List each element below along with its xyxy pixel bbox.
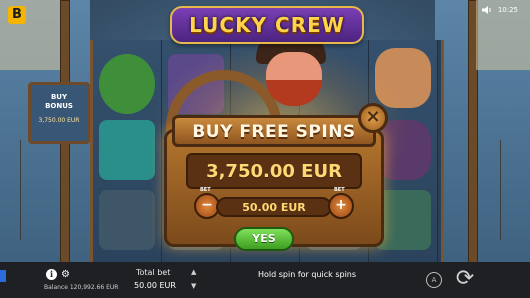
spin-button[interactable]: ⟳: [452, 266, 478, 292]
parrot-symbol: [99, 54, 155, 114]
rope: [500, 140, 501, 240]
dialog-title: BUY FREE SPINS: [192, 122, 356, 142]
minus-icon: −: [201, 197, 213, 213]
bet-value: 50.00 EUR: [242, 201, 306, 214]
rope: [20, 140, 21, 240]
buy-bonus-title: BUY BONUS: [31, 93, 87, 111]
yes-button[interactable]: YES: [234, 227, 294, 251]
bottom-control-bar: i ⚙ Balance 120,992.66 EUR Total bet 50.…: [0, 262, 530, 298]
cannon-symbol: [99, 190, 155, 250]
bet-selector: BET BET − 50.00 EUR +: [194, 187, 354, 219]
info-icon[interactable]: i: [46, 269, 57, 280]
dialog-banner: BUY FREE SPINS: [172, 115, 376, 147]
price-panel: 3,750.00 EUR: [186, 153, 362, 189]
bet-increase-button[interactable]: +: [328, 193, 354, 219]
buy-bonus-price: 3,750.00 EUR: [38, 117, 80, 124]
autoplay-button[interactable]: A: [426, 272, 442, 288]
bet-up-arrow-icon[interactable]: ▲: [191, 268, 196, 276]
clock: 10:25: [497, 6, 518, 14]
plus-icon: +: [335, 197, 347, 213]
buy-free-spins-dialog: BUY FREE SPINS × 3,750.00 EUR BET BET − …: [164, 103, 388, 253]
menu-tab[interactable]: [0, 270, 6, 282]
letter-j-symbol: [99, 120, 155, 180]
status-area: 10:25: [481, 6, 518, 14]
spin-hint: Hold spin for quick spins: [258, 270, 357, 279]
game-logo: LUCKY CREW: [170, 6, 364, 44]
speaker-icon[interactable]: [481, 6, 492, 14]
buy-bonus-line1: BUY: [50, 93, 68, 101]
game-scene: BUY BONUS 3,750.00 EUR B LUCKY CREW 10:2…: [0, 0, 530, 262]
close-icon: ×: [365, 106, 381, 127]
gear-icon[interactable]: ⚙: [60, 269, 71, 280]
total-bet-label: Total bet: [136, 268, 171, 277]
total-bet-value: 50.00 EUR: [134, 281, 176, 290]
game-logo-text: LUCKY CREW: [189, 13, 345, 37]
bet-down-arrow-icon[interactable]: ▼: [191, 282, 196, 290]
bet-value-display: 50.00 EUR: [216, 197, 332, 217]
brand-logo: B: [8, 6, 26, 24]
buy-bonus-line2: BONUS: [45, 102, 73, 110]
close-button[interactable]: ×: [358, 103, 388, 133]
balance-display: Balance 120,992.66 EUR: [44, 284, 119, 291]
buy-price: 3,750.00 EUR: [206, 161, 342, 182]
buy-bonus-board[interactable]: BUY BONUS 3,750.00 EUR: [28, 82, 90, 144]
